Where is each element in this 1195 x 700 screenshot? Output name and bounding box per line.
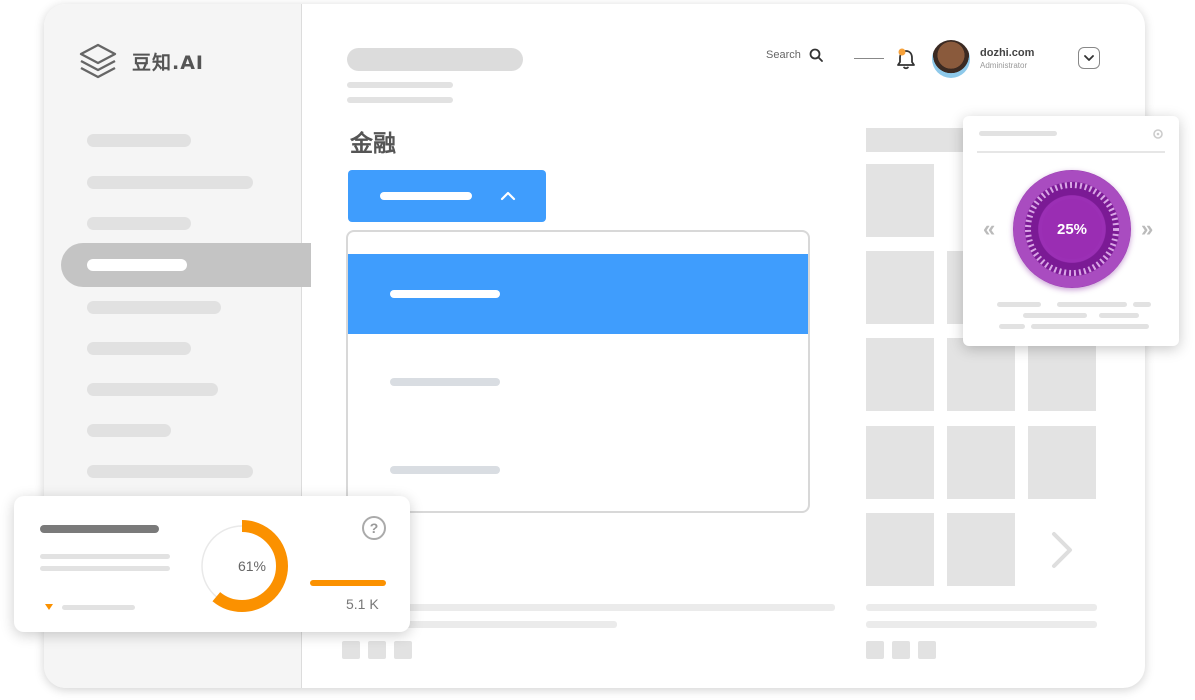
stats-title-placeholder [40, 525, 159, 533]
gallery-tile[interactable] [866, 513, 934, 586]
sidebar-item[interactable] [87, 134, 191, 147]
gallery-tile[interactable] [866, 251, 934, 324]
bell-icon[interactable] [896, 48, 916, 70]
gallery-tile[interactable] [866, 338, 934, 411]
widget-text-placeholder [1031, 324, 1149, 329]
widget-divider [977, 151, 1165, 153]
gallery-header-placeholder [866, 128, 970, 152]
dropdown-button[interactable] [348, 170, 546, 222]
stat-bar [310, 580, 386, 586]
gallery-tile[interactable] [866, 164, 934, 237]
settings-icon[interactable] [1152, 128, 1164, 140]
option-label [390, 290, 500, 298]
sidebar-item-active[interactable] [61, 243, 311, 287]
sidebar-item-label [87, 259, 187, 271]
subtitle-placeholder [347, 82, 453, 88]
pagination-square[interactable] [394, 641, 412, 659]
widget-text-placeholder [997, 302, 1041, 307]
sidebar-item[interactable] [87, 176, 253, 189]
triangle-down-icon [45, 604, 53, 610]
stats-text-placeholder [40, 566, 170, 571]
gallery-tile[interactable] [866, 426, 934, 499]
dropdown-option[interactable] [348, 430, 808, 510]
widget-text-placeholder [1099, 313, 1139, 318]
dropdown-option[interactable] [348, 342, 808, 422]
stage: 豆知.AI Search dozhi.com Administrator 金融 … [0, 0, 1195, 700]
layers-logo-icon [79, 43, 117, 79]
option-label [390, 378, 500, 386]
user-name: dozhi.com [980, 47, 1035, 59]
footer-placeholder [342, 604, 835, 611]
sidebar-item[interactable] [87, 465, 253, 478]
pagination-square[interactable] [892, 641, 910, 659]
previous-arrow-icon[interactable]: « [983, 216, 995, 242]
stats-text-placeholder [62, 605, 135, 610]
page-title-placeholder [347, 48, 523, 71]
widget-text-placeholder [1057, 302, 1127, 307]
sidebar-item[interactable] [87, 301, 221, 314]
pagination-square[interactable] [342, 641, 360, 659]
progress-widget: « 25% » [963, 116, 1179, 346]
sidebar-item[interactable] [87, 217, 191, 230]
widget-text-placeholder [999, 324, 1025, 329]
stats-card: 61% ? 5.1 K [14, 496, 410, 632]
chevron-down-icon [1084, 55, 1094, 61]
search-label: Search [766, 49, 801, 61]
chevron-right-icon[interactable] [1048, 530, 1076, 570]
dropdown-button-label [380, 192, 472, 200]
user-role: Administrator [980, 61, 1028, 70]
stats-text-placeholder [40, 554, 170, 559]
footer-placeholder [866, 621, 1097, 628]
help-icon[interactable]: ? [362, 516, 386, 540]
gallery-tile[interactable] [947, 426, 1015, 499]
brand-name: 豆知.AI [132, 51, 204, 74]
pagination-square[interactable] [918, 641, 936, 659]
user-menu-button[interactable] [1078, 47, 1100, 69]
pagination-square[interactable] [368, 641, 386, 659]
gallery-tile[interactable] [947, 513, 1015, 586]
chevron-up-icon [500, 191, 516, 201]
gallery-tile[interactable] [1028, 338, 1096, 411]
search[interactable]: Search [766, 48, 823, 62]
widget-text-placeholder [1023, 313, 1087, 318]
section-title: 金融 [350, 131, 396, 157]
option-label [390, 466, 500, 474]
gallery-tile[interactable] [947, 338, 1015, 411]
logo: 豆知.AI [78, 42, 204, 80]
widget-text-placeholder [1133, 302, 1151, 307]
subtitle-placeholder [347, 97, 453, 103]
dropdown-list [346, 230, 810, 513]
dropdown-option-selected[interactable] [348, 254, 808, 334]
sidebar-item[interactable] [87, 383, 218, 396]
next-arrow-icon[interactable]: » [1141, 216, 1153, 242]
sidebar-item[interactable] [87, 424, 171, 437]
sidebar-item[interactable] [87, 342, 191, 355]
avatar[interactable] [932, 40, 970, 78]
pagination-square[interactable] [866, 641, 884, 659]
gallery-tile[interactable] [1028, 426, 1096, 499]
progress-dial: 25% [1013, 170, 1131, 288]
footer-placeholder [866, 604, 1097, 611]
stat-value: 5.1 K [346, 596, 379, 612]
widget-title-placeholder [979, 131, 1057, 136]
header-divider [854, 58, 884, 59]
search-icon [809, 48, 823, 62]
donut-value: 61% [237, 558, 267, 574]
progress-value: 25% [1056, 220, 1088, 238]
